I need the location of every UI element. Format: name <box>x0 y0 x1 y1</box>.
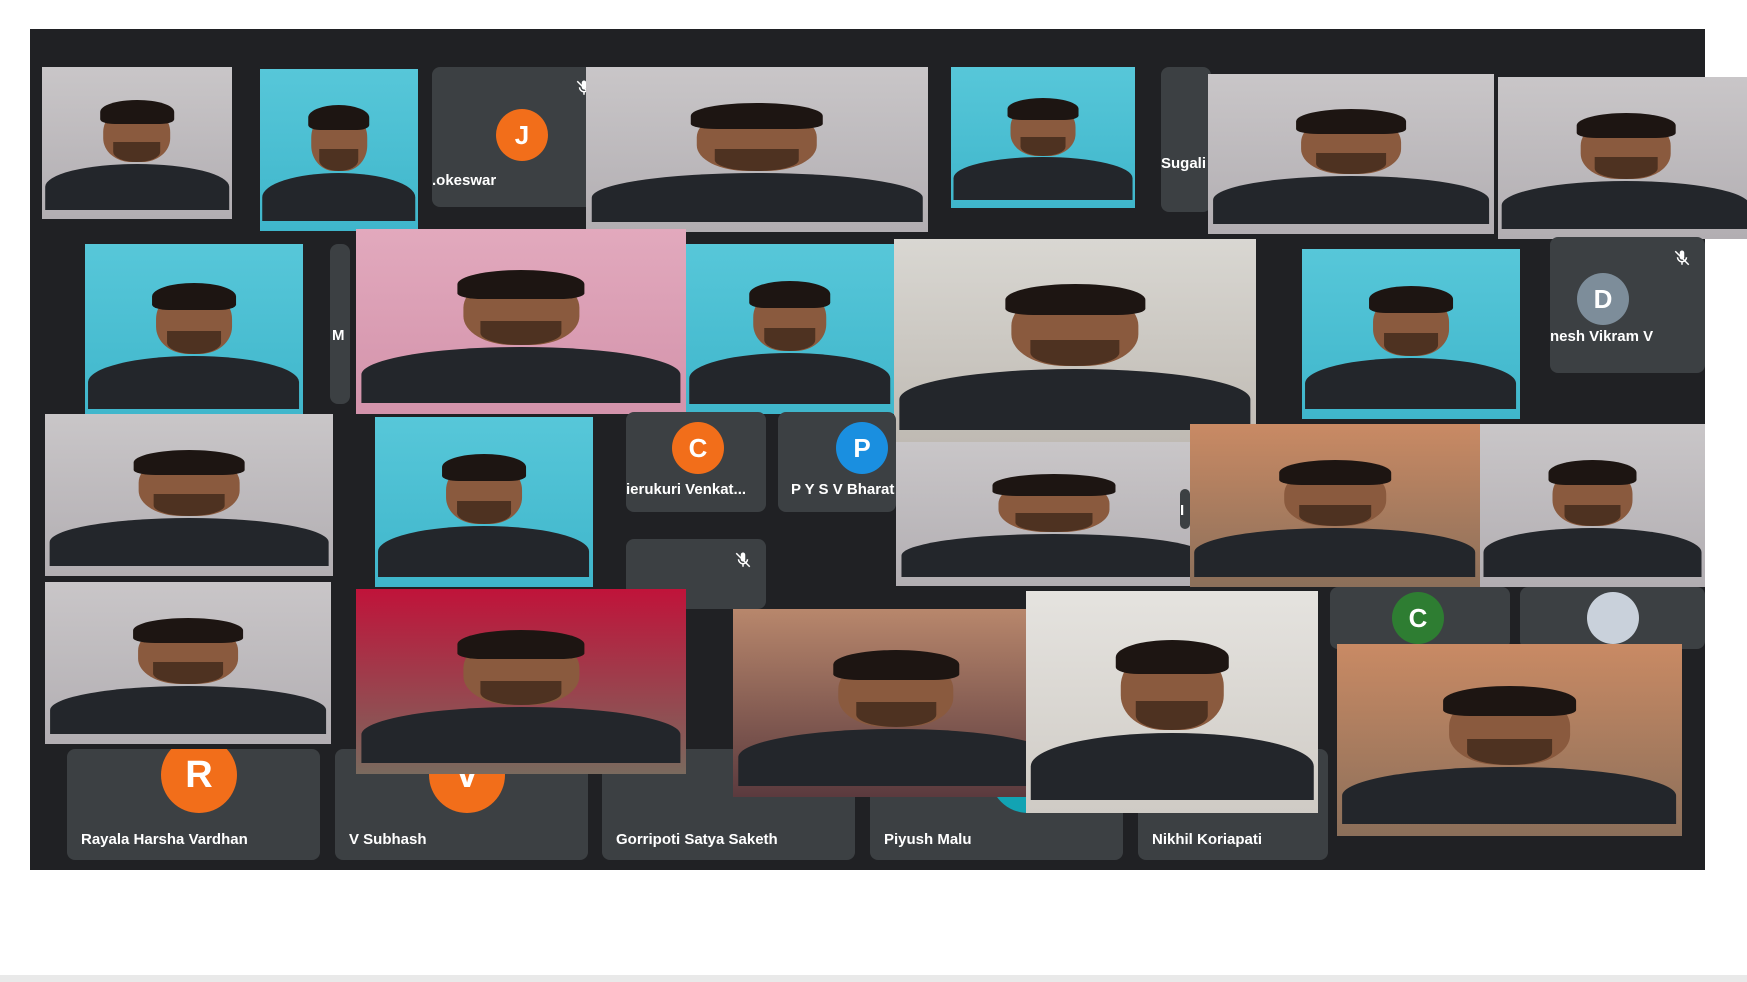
participant-tile[interactable]: C ierukuri Venkat... <box>626 412 766 512</box>
participant-tile[interactable]: J .okeswar <box>432 67 607 207</box>
participant-face <box>591 103 923 223</box>
participant-tile[interactable]: R Rayala Harsha Vardhan <box>67 749 320 860</box>
participant-photo-avatar <box>1587 592 1639 644</box>
participant-video-tile[interactable] <box>45 414 333 576</box>
participant-face <box>262 104 416 222</box>
participant-video-tile[interactable] <box>951 67 1135 208</box>
mic-off-icon <box>1674 250 1690 266</box>
participant-video-tile[interactable] <box>686 244 894 414</box>
participant-tile[interactable]: Sugali <box>1161 67 1211 212</box>
participant-name: Sugali <box>1161 155 1207 172</box>
participant-video-tile[interactable] <box>375 417 593 587</box>
participant-avatar: D <box>1577 273 1629 325</box>
participant-video-tile[interactable] <box>1498 77 1747 239</box>
participant-face <box>1483 459 1702 578</box>
participant-video-tile[interactable] <box>1208 74 1494 234</box>
participant-face <box>1030 639 1314 800</box>
participant-name: V Subhash <box>349 831 427 848</box>
participant-face <box>1194 459 1476 578</box>
participant-face <box>1342 686 1677 825</box>
participant-video-tile[interactable] <box>733 609 1059 797</box>
participant-face <box>45 100 229 210</box>
participant-video-tile[interactable] <box>586 67 928 232</box>
participant-video-tile[interactable] <box>45 582 331 744</box>
participant-name: Piyush Malu <box>884 831 972 848</box>
mic-off-icon <box>735 552 751 568</box>
participant-face <box>953 98 1133 200</box>
participant-avatar: J <box>496 109 548 161</box>
participant-face <box>1502 112 1747 230</box>
participant-name: .okeswar <box>432 172 497 189</box>
participant-tile[interactable]: I <box>1180 489 1190 529</box>
participant-video-tile[interactable] <box>42 67 232 219</box>
participant-name: Gorripoti Satya Saketh <box>616 831 778 848</box>
participant-face <box>1305 286 1517 409</box>
meeting-grid: J .okeswar Sugali M D nesh Vikram V C ie… <box>30 29 1747 870</box>
participant-video-tile[interactable] <box>1302 249 1520 419</box>
participant-video-tile[interactable] <box>1190 424 1480 587</box>
participant-name: nesh Vikram V <box>1550 328 1654 345</box>
participant-face <box>1212 109 1490 225</box>
participant-face <box>689 281 891 404</box>
participant-name: I <box>1180 502 1185 519</box>
participant-face <box>49 617 327 735</box>
participant-video-tile[interactable] <box>85 244 303 419</box>
participant-video-tile[interactable] <box>896 442 1212 586</box>
participant-video-tile[interactable] <box>894 239 1256 442</box>
participant-name: P Y S V Bharat <box>791 481 895 498</box>
participant-video-tile[interactable] <box>1337 644 1682 836</box>
participant-avatar: R <box>161 749 237 813</box>
participant-tile[interactable]: M <box>330 244 350 404</box>
participant-video-tile[interactable] <box>356 229 686 414</box>
participant-face <box>899 283 1251 430</box>
participant-face <box>901 473 1207 578</box>
page-bottom-edge <box>0 975 1747 982</box>
participant-avatar: C <box>1392 592 1444 644</box>
participant-face <box>361 629 681 763</box>
participant-video-tile[interactable] <box>260 69 418 231</box>
participant-face <box>378 454 590 577</box>
participant-avatar: C <box>672 422 724 474</box>
participant-name: Nikhil Koriapati <box>1152 831 1263 848</box>
participant-face <box>88 282 300 409</box>
participant-tile[interactable]: P P Y S V Bharat <box>778 412 896 512</box>
participant-face <box>738 650 1054 786</box>
participant-video-tile[interactable] <box>356 589 686 774</box>
participant-face <box>361 269 681 403</box>
participant-video-tile[interactable] <box>1026 591 1318 813</box>
participant-tile[interactable]: C <box>1330 587 1510 649</box>
participant-tile[interactable]: D nesh Vikram V <box>1550 237 1705 373</box>
participant-tile[interactable] <box>1520 587 1705 649</box>
participant-video-tile[interactable] <box>1480 424 1705 587</box>
participant-name: Rayala Harsha Vardhan <box>81 831 248 848</box>
participant-face <box>49 449 329 567</box>
participant-name: M <box>332 327 345 344</box>
participant-avatar: P <box>836 422 888 474</box>
participant-name: ierukuri Venkat... <box>626 481 747 498</box>
